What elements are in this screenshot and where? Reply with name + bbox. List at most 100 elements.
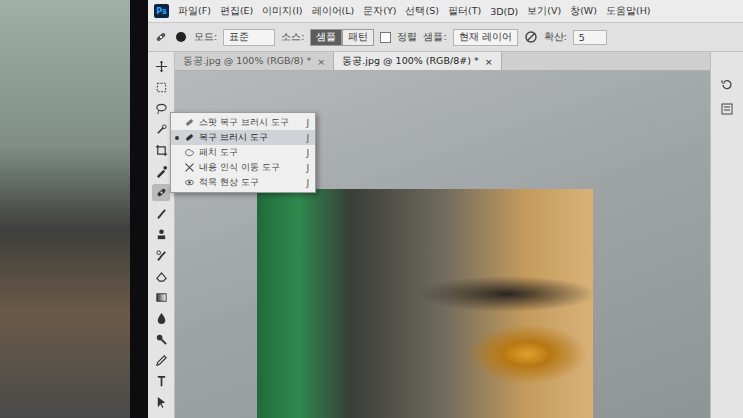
flyout-item[interactable]: 내용 인식 이동 도구 J [171,160,315,175]
mode-label: 모드: [194,31,217,44]
tool-icon [155,333,168,346]
healing-brush-icon [154,30,168,44]
source-option[interactable]: 샘플 [310,29,342,46]
tool-bar [148,52,175,418]
tool-button[interactable] [152,394,170,411]
diffusion-field[interactable]: 5 [573,30,607,45]
tool-icon [155,207,168,220]
flyout-label: 스팟 복구 브러시 도구 [199,116,289,129]
tool-icon [155,186,168,199]
source-label: 소스: [281,31,304,44]
flyout-label: 내용 인식 이동 도구 [199,161,289,174]
document-tab[interactable]: 동공.jpg @ 100% (RGB/8) * × [175,52,334,70]
ignore-adjustment-icon [524,30,538,44]
menu-item[interactable]: 필터(T) [448,5,481,18]
menu-bar: Ps 파일(F) 편집(E) 이미지(I) 레이어(L) 문자(Y) 선택(S) 필터(T) 3… [148,0,743,23]
tab-close-button[interactable]: × [485,56,493,67]
flyout-label: 적목 현상 도구 [199,176,289,189]
tab-label: 동공.jpg @ 100% (RGB/8) * [183,55,311,68]
menu-item[interactable]: 파일(F) [178,5,211,18]
tool-icon [184,162,195,173]
flyout-shortcut: J [307,178,310,188]
menu-item[interactable]: 도움말(H) [606,5,651,18]
tool-icon [155,102,168,115]
flyout-item[interactable]: 적목 현상 도구 J [171,175,315,190]
tool-button[interactable] [152,331,170,348]
source-toggle: 샘플패턴 [310,29,374,46]
tool-button[interactable] [152,58,170,75]
aligned-checkbox[interactable] [380,32,391,43]
menu-item[interactable]: 3D(D) [490,6,518,17]
tool-flyout-menu: 스팟 복구 브러시 도구J복구 브러시 도구J패치 도구J내용 인식 이동 도구… [170,112,316,193]
flyout-shortcut: J [307,118,310,128]
tab-label: 동공.jpg @ 100% (RGB/8#) * [342,55,478,68]
tool-icon [155,60,168,73]
flyout-shortcut: J [307,163,310,173]
tool-button[interactable] [152,100,170,117]
tool-icon [184,132,195,143]
tool-icon [155,165,168,178]
tool-button[interactable] [152,310,170,327]
tool-icon [155,123,168,136]
tool-button[interactable] [152,121,170,138]
aligned-label[interactable]: 정렬 [397,31,417,44]
tool-button[interactable] [152,163,170,180]
tool-icon [155,312,168,325]
source-option[interactable]: 패턴 [342,29,374,46]
tool-icon [184,147,195,158]
tool-button[interactable] [152,247,170,264]
document-tabs: 동공.jpg @ 100% (RGB/8) *×동공.jpg @ 100% (R… [175,52,710,71]
photoshop-window: Ps 파일(F) 편집(E) 이미지(I) 레이어(L) 문자(Y) 선택(S) 필터(T) 3… [148,0,743,418]
tool-icon [155,354,168,367]
tool-icon [155,291,168,304]
document-tab[interactable]: 동공.jpg @ 100% (RGB/8#) * × [334,52,501,70]
tool-icon [155,81,168,94]
options-bar: 모드: 표준 소스: 샘플패턴 정렬 샘플: 현재 레이어 확산: 5 [148,23,743,52]
tool-icon [184,117,195,128]
tool-button[interactable] [152,226,170,243]
tool-button[interactable] [152,373,170,390]
tool-icon [155,249,168,262]
flyout-item[interactable]: 스팟 복구 브러시 도구 J [171,115,315,130]
flyout-label: 복구 브러시 도구 [199,131,289,144]
menu-item[interactable]: 편집(E) [220,5,253,18]
tool-button[interactable] [152,79,170,96]
flyout-shortcut: J [307,133,310,143]
mode-dropdown[interactable]: 표준 [223,29,275,46]
brush-size-icon [174,30,188,44]
tool-icon [155,228,168,241]
history-icon [720,78,734,92]
flyout-item[interactable]: 복구 브러시 도구 J [171,130,315,145]
diffusion-label: 확산: [544,31,567,44]
sample-label: 샘플: [423,31,446,44]
menu-item[interactable]: 창(W) [570,5,597,18]
flyout-label: 패치 도구 [199,146,289,159]
right-panel [710,52,743,418]
document-area: 동공.jpg @ 100% (RGB/8) *×동공.jpg @ 100% (R… [175,52,710,418]
flyout-item[interactable]: 패치 도구 J [171,145,315,160]
tool-button[interactable] [152,352,170,369]
tool-icon [155,375,168,388]
menu-item[interactable]: 보기(V) [527,5,561,18]
tool-icon [184,177,195,188]
tool-icon [155,270,168,283]
tool-button[interactable] [152,268,170,285]
tool-button[interactable] [152,142,170,159]
tool-icon [155,396,168,409]
menu-item[interactable]: 레이어(L) [312,5,355,18]
workspace: 동공.jpg @ 100% (RGB/8) *×동공.jpg @ 100% (R… [148,52,743,418]
menu-item[interactable]: 선택(S) [405,5,438,18]
sample-dropdown[interactable]: 현재 레이어 [453,29,518,46]
flyout-shortcut: J [307,148,310,158]
tool-button[interactable] [152,289,170,306]
menu-item[interactable]: 문자(Y) [363,5,396,18]
tool-button[interactable] [152,184,170,201]
properties-icon [720,102,734,116]
tool-button[interactable] [152,205,170,222]
selected-bullet [175,136,179,140]
document-image[interactable] [257,189,593,418]
menu-item[interactable]: 이미지(I) [262,5,302,18]
room-background [0,0,130,418]
app-logo[interactable]: Ps [154,4,169,18]
tab-close-button[interactable]: × [317,56,325,67]
